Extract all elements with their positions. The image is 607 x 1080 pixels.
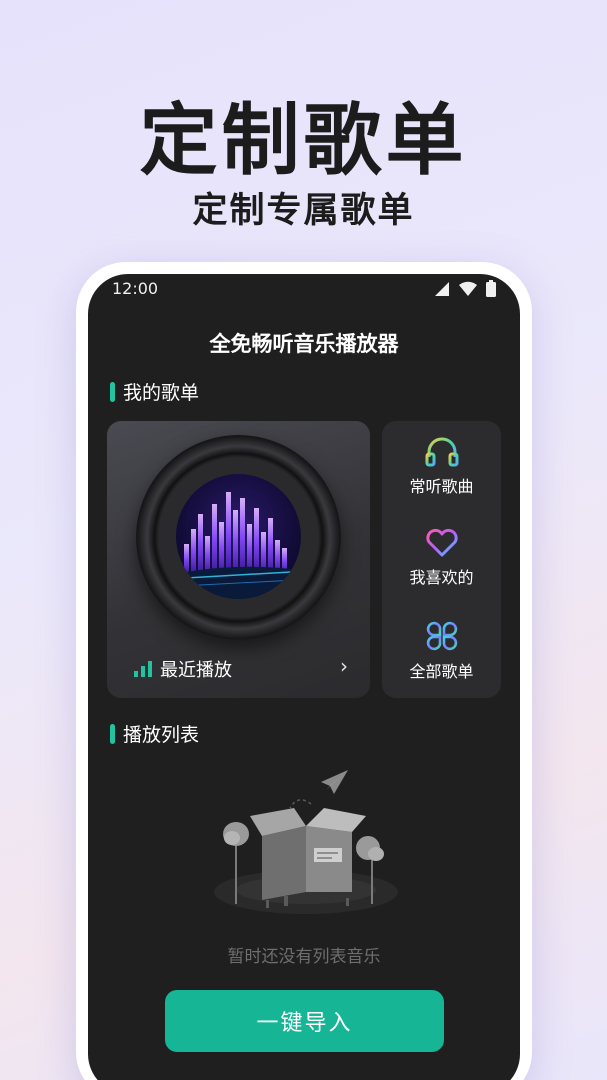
status-bar: 12:00 <box>88 274 520 304</box>
section-title-play-list: 播放列表 <box>123 724 200 746</box>
section-my-playlists: 我的歌单 <box>110 378 199 405</box>
promo-headline: 定制歌单 <box>139 96 468 186</box>
status-time: 12:00 <box>112 279 159 298</box>
quick-link-all-playlists[interactable]: 全部歌单 <box>382 620 501 682</box>
import-button[interactable]: 一键导入 <box>165 990 444 1052</box>
headphones-icon <box>425 437 458 467</box>
quick-link-frequent-label: 常听歌曲 <box>409 477 474 496</box>
quick-link-all-playlists-label: 全部歌单 <box>409 662 474 681</box>
quick-link-favorites-label: 我喜欢的 <box>409 568 474 587</box>
app-title: 全免畅听音乐播放器 <box>209 332 399 356</box>
quick-link-favorites[interactable]: 我喜欢的 <box>382 528 501 588</box>
album-art <box>176 474 301 599</box>
recent-play-label: 最近播放 <box>160 660 232 681</box>
empty-playlist-text: 暂时还没有列表音乐 <box>227 947 381 967</box>
equalizer-bars-icon <box>134 661 152 677</box>
section-accent-bar <box>110 381 115 402</box>
section-accent-bar <box>110 723 115 744</box>
battery-icon <box>486 280 496 297</box>
recent-play-card[interactable]: 最近播放 › <box>107 421 370 698</box>
chevron-right-icon: › <box>340 654 348 678</box>
quick-link-frequent[interactable]: 常听歌曲 <box>382 437 501 497</box>
promo-subheadline: 定制专属歌单 <box>192 191 415 231</box>
empty-box-illustration <box>214 770 398 914</box>
section-play-list: 播放列表 <box>110 720 199 747</box>
clover-grid-icon <box>426 621 457 651</box>
phone-screen: 12:00 全免畅听音乐播放器 我的歌单 最近播放 › 常听歌曲 我喜欢的 全部… <box>88 274 520 1080</box>
vinyl-record <box>136 435 341 640</box>
wifi-icon <box>459 281 477 296</box>
section-title-my-playlists: 我的歌单 <box>123 382 200 404</box>
quick-links-card: 常听歌曲 我喜欢的 全部歌单 <box>382 421 501 698</box>
signal-icon <box>435 281 449 296</box>
heart-icon <box>425 528 458 557</box>
